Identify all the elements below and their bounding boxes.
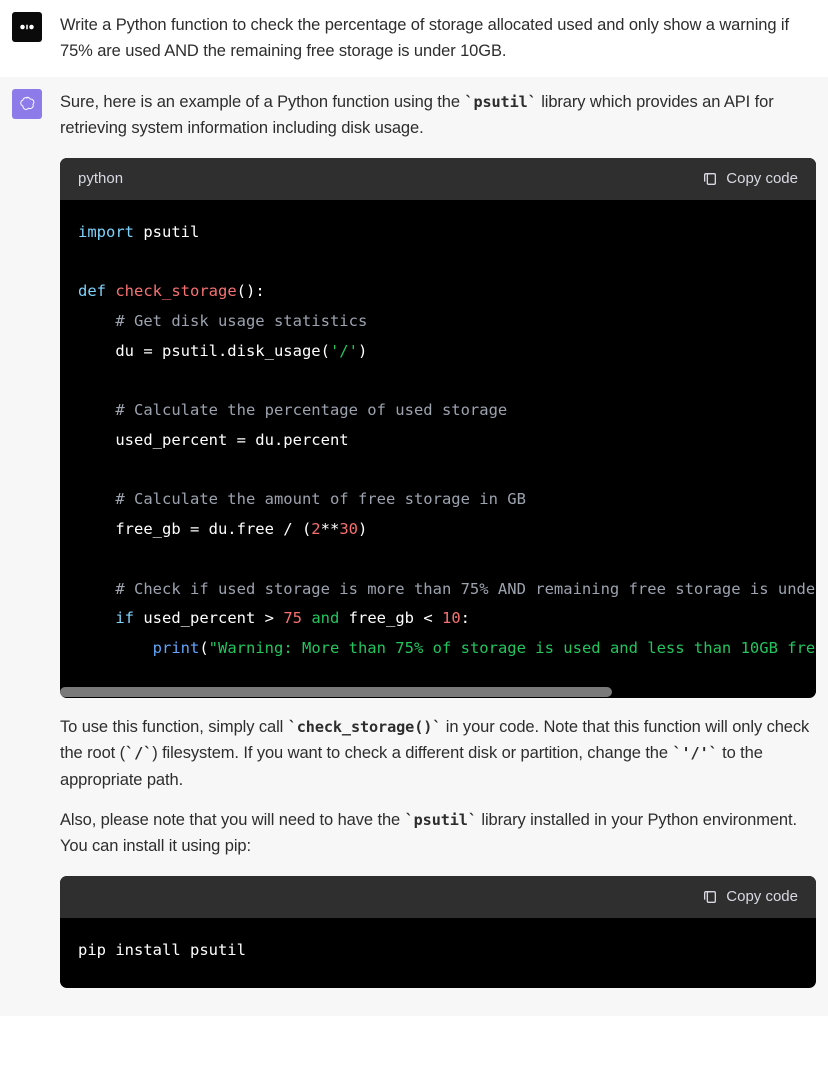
assistant-install-paragraph: Also, please note that you will need to … [60, 807, 816, 860]
code-token: if [115, 609, 134, 627]
inline-code-psutil-2: psutil [405, 811, 477, 829]
assistant-intro-paragraph: Sure, here is an example of a Python fun… [60, 89, 816, 142]
code-token: "Warning: More than 75% of storage is us… [209, 639, 816, 657]
code-header: python Copy code [60, 158, 816, 200]
code-token: used_percent = du.percent [78, 431, 349, 449]
code-token [78, 401, 115, 419]
inline-code-slash: / [125, 744, 152, 762]
code-token: import [78, 223, 134, 241]
horizontal-scrollbar[interactable] [60, 686, 816, 698]
code-token [78, 580, 115, 598]
code-token: # Calculate the amount of free storage i… [115, 490, 526, 508]
clipboard-icon [702, 171, 718, 187]
user-message: Write a Python function to check the per… [0, 0, 828, 77]
code-token: print [153, 639, 200, 657]
code-body[interactable]: import psutil def check_storage(): # Get… [60, 200, 816, 686]
code-token [78, 639, 153, 657]
openai-logo-icon [18, 95, 36, 113]
code-token: # Check if used storage is more than 75%… [115, 580, 816, 598]
copy-code-button[interactable]: Copy code [702, 167, 798, 191]
code-token: used_percent > [134, 609, 283, 627]
text-span: To use this function, simply call [60, 718, 288, 736]
code-lang-label: python [78, 167, 123, 191]
code-token [106, 282, 115, 300]
copy-code-label: Copy code [726, 167, 798, 191]
assistant-message: Sure, here is an example of a Python fun… [0, 77, 828, 1016]
code-token: ( [199, 639, 208, 657]
code-token: psutil [134, 223, 199, 241]
code-token [78, 490, 115, 508]
code-token: check_storage [115, 282, 236, 300]
user-message-text: Write a Python function to check the per… [60, 12, 816, 65]
code-token: free_gb < [339, 609, 442, 627]
copy-code-label: Copy code [726, 885, 798, 909]
code-token: (): [237, 282, 265, 300]
text-span: Sure, here is an example of a Python fun… [60, 93, 464, 111]
text-span: Also, please note that you will need to … [60, 811, 405, 829]
code-token: ) [358, 520, 367, 538]
code-header: Copy code [60, 876, 816, 918]
inline-code-path: '/' [672, 744, 717, 762]
code-token [78, 312, 115, 330]
code-token: pip install psutil [78, 941, 246, 959]
code-token: def [78, 282, 106, 300]
code-token: ** [321, 520, 340, 538]
code-token: 10 [442, 609, 461, 627]
code-token: and [311, 609, 339, 627]
code-token: free_gb = du.free / ( [78, 520, 311, 538]
code-block-shell: Copy code pip install psutil [60, 876, 816, 988]
inline-code-check-storage: check_storage() [288, 718, 442, 736]
user-avatar-icon [18, 18, 36, 36]
user-message-content: Write a Python function to check the per… [60, 12, 816, 65]
code-token: '/' [330, 342, 358, 360]
user-avatar [12, 12, 42, 42]
code-body[interactable]: pip install psutil [60, 918, 816, 988]
code-token: # Get disk usage statistics [115, 312, 367, 330]
copy-code-button[interactable]: Copy code [702, 885, 798, 909]
scrollbar-thumb[interactable] [60, 687, 612, 697]
text-span: ) filesystem. If you want to check a dif… [152, 744, 672, 762]
assistant-usage-paragraph: To use this function, simply call check_… [60, 714, 816, 793]
code-token: du = psutil.disk_usage( [78, 342, 330, 360]
code-token [302, 609, 311, 627]
assistant-message-content: Sure, here is an example of a Python fun… [60, 89, 816, 1004]
code-block-python: python Copy code import psutil def check… [60, 158, 816, 698]
code-token: ) [358, 342, 367, 360]
clipboard-icon [702, 889, 718, 905]
code-token: : [461, 609, 470, 627]
code-token: 75 [283, 609, 302, 627]
inline-code-psutil: psutil [464, 93, 536, 111]
code-token: 30 [339, 520, 358, 538]
code-token: 2 [311, 520, 320, 538]
code-token: # Calculate the percentage of used stora… [115, 401, 507, 419]
assistant-avatar [12, 89, 42, 119]
code-token [78, 609, 115, 627]
